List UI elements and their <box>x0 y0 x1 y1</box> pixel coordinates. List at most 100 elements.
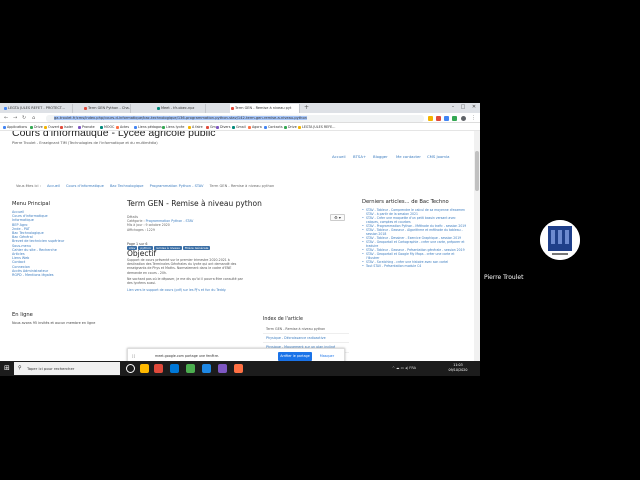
main-menu-item[interactable]: RGPD - Mentions légales <box>12 273 118 277</box>
hide-button[interactable]: Masquer <box>316 352 338 361</box>
tag[interactable]: Filière Générale <box>182 245 211 251</box>
bookmark-item[interactable]: Isoler <box>60 123 73 131</box>
extension-icon[interactable] <box>452 115 457 121</box>
profile-icon[interactable] <box>461 115 466 121</box>
bookmark-item[interactable]: Applications <box>3 123 27 131</box>
main-menu: Menu Principal Accueil Cours d'informatiq… <box>12 201 118 277</box>
system-tray[interactable]: ^ ☁ ▭ ◂) FRA <box>392 361 416 376</box>
bookmark-item[interactable]: Actes <box>116 123 129 131</box>
reload-icon[interactable]: ↻ <box>22 114 26 122</box>
bookmark-icon <box>298 125 301 129</box>
bookmark-item[interactable]: Ouvert <box>44 123 59 131</box>
screen: LEGTA JULES REFET - PROTECT... Term GEN P… <box>0 0 640 480</box>
bookmark-item[interactable]: Agora <box>248 123 262 131</box>
bookmark-item[interactable]: Liens lycée <box>162 123 184 131</box>
tab-favicon-icon <box>4 107 7 110</box>
course-link[interactable]: Lien vers le support de cours (pdf) sur … <box>127 288 247 292</box>
maximize-button[interactable]: □ <box>458 103 468 112</box>
extension-icon[interactable] <box>436 115 441 121</box>
recent-article-link[interactable]: Tout STAV - Présentation module C4 <box>362 264 468 269</box>
breadcrumb-item[interactable]: Cours d'informatique <box>66 184 104 188</box>
bookmark-item[interactable]: Liens pédagos <box>134 123 162 131</box>
bookmark-label: Agora <box>252 125 262 129</box>
tab-favicon-icon <box>84 107 87 110</box>
school-logo-icon <box>540 220 580 260</box>
stop-sharing-button[interactable]: Arrêter le partage <box>278 352 312 361</box>
url-bar[interactable]: ga-troulet.fr/cms/index.php/cours-d-info… <box>46 114 424 122</box>
tab-1[interactable]: Term GEN Python - Cha... <box>83 104 131 113</box>
start-button[interactable]: ⊞ <box>4 365 10 372</box>
tab-0[interactable]: LEGTA JULES REFET - PROTECT... <box>3 104 73 113</box>
bookmark-icon <box>134 125 137 129</box>
star-icon[interactable] <box>428 115 433 121</box>
tag[interactable]: remise à niveau <box>153 245 182 251</box>
taskbar-search[interactable]: ⚲ Taper ici pour rechercher <box>14 362 120 375</box>
browser-window: LEGTA JULES REFET - PROTECT... Term GEN P… <box>0 103 480 361</box>
bookmark-item[interactable]: Drive <box>30 123 43 131</box>
bookmark-label: MOOC <box>104 125 115 129</box>
taskbar-app-icon[interactable] <box>202 364 211 373</box>
taskbar-app-icon[interactable] <box>186 364 195 373</box>
clock[interactable]: 11:03 09/10/2020 <box>447 363 469 373</box>
online-title: En ligne <box>12 312 33 318</box>
search-icon: ⚲ <box>18 365 22 371</box>
menu-icon[interactable]: ⋮ <box>471 114 476 122</box>
bookmark-label: Applications <box>7 125 28 129</box>
avatar <box>540 220 580 260</box>
home-icon[interactable]: ⌂ <box>32 114 35 122</box>
bookmark-icon <box>116 125 119 129</box>
minimize-button[interactable]: – <box>448 103 458 112</box>
taskbar-app-icon[interactable] <box>170 364 179 373</box>
bookmark-item[interactable]: Gmail <box>232 123 246 131</box>
taskbar-app-icon[interactable] <box>234 364 243 373</box>
nav-btsa[interactable]: BTSA+ <box>353 154 366 159</box>
close-window-button[interactable]: ✕ <box>469 103 479 112</box>
drag-handle-icon[interactable]: ⁞⁞ <box>132 354 135 360</box>
bookmark-icon <box>248 125 251 129</box>
bookmark-item[interactable]: Divers <box>216 123 231 131</box>
new-tab-button[interactable]: + <box>304 104 309 112</box>
extension-icon[interactable] <box>444 115 449 121</box>
screen-share-bar: ⁞⁞ meet.google.com partage une fenêtre. … <box>127 348 345 361</box>
bookmark-icon <box>264 125 267 129</box>
bookmark-label: Ouvert <box>48 125 60 129</box>
breadcrumb-item[interactable]: Programmation Python - STAV <box>150 184 204 188</box>
participant-tile[interactable]: Pierre Troulet <box>484 210 600 281</box>
bookmark-item[interactable]: A faire <box>188 123 203 131</box>
online-module: En ligne Nous avons 95 invités et aucun … <box>12 312 122 325</box>
breadcrumb-item[interactable]: Accueil <box>47 184 60 188</box>
bookmark-icon <box>30 125 33 129</box>
article-index-item[interactable]: Physique - Décroissance radioactive <box>263 334 349 344</box>
bookmark-item[interactable]: Gm <box>206 123 216 131</box>
article-tools-button[interactable]: ⚙ ▾ <box>330 214 345 221</box>
bookmark-label: Actes <box>120 125 130 129</box>
bookmark-icon <box>162 125 165 129</box>
tab-label: Term GEN Python - Cha... <box>88 106 131 110</box>
bookmark-item[interactable]: MOOC <box>100 123 114 131</box>
nav-contact[interactable]: Me contacter <box>396 154 421 159</box>
scrollbar-thumb[interactable] <box>475 151 479 191</box>
address-toolbar: ← → ↻ ⌂ ga-troulet.fr/cms/index.php/cour… <box>0 113 480 123</box>
bookmark-item[interactable]: Contacts <box>264 123 283 131</box>
tab-2[interactable]: Meet - tfr-obec-npz <box>156 104 206 113</box>
nav-cms[interactable]: CMS Joomla <box>427 154 449 159</box>
page-scrollbar[interactable] <box>474 131 480 361</box>
main-menu-title: Menu Principal <box>12 201 50 207</box>
web-page: Cours d'informatique - Lycée agricole pu… <box>0 131 474 361</box>
bookmark-label: Liens lycée <box>166 125 185 129</box>
taskbar-app-icon[interactable] <box>218 364 227 373</box>
bookmark-item[interactable]: Pronote <box>78 123 95 131</box>
taskbar-app-icon[interactable] <box>126 364 135 373</box>
bookmark-item[interactable]: Drive <box>284 123 297 131</box>
back-icon[interactable]: ← <box>4 114 8 122</box>
tab-3[interactable]: Term GEN - Remise à niveau pyt <box>230 104 300 113</box>
bookmark-item[interactable]: LEGTA JULES REFE... <box>298 123 335 131</box>
taskbar-app-icon[interactable] <box>140 364 149 373</box>
breadcrumb-item[interactable]: Bac Technologique <box>110 184 144 188</box>
nav-blogger[interactable]: Blogger <box>373 154 388 159</box>
forward-icon[interactable]: → <box>13 114 17 122</box>
bookmark-icon <box>78 125 81 129</box>
nav-accueil[interactable]: Accueil <box>332 154 346 159</box>
taskbar-app-icon[interactable] <box>154 364 163 373</box>
bookmark-icon <box>60 125 63 129</box>
